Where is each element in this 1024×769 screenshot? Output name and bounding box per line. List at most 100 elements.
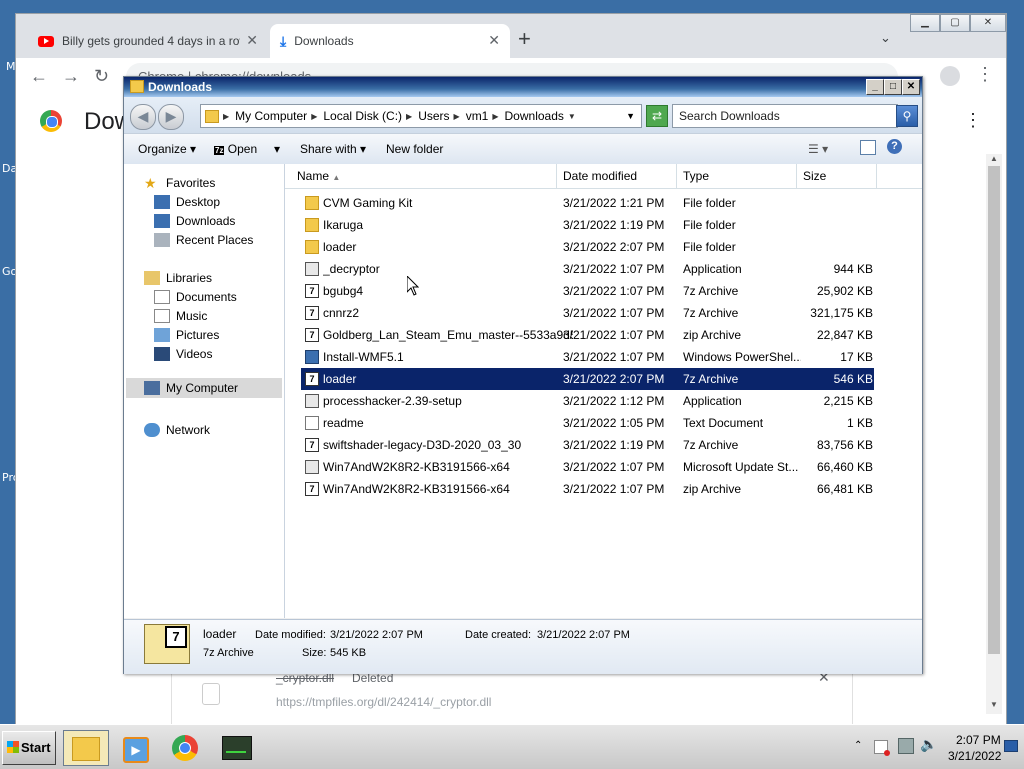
close-button[interactable]: ✕ (902, 79, 920, 95)
taskbar-explorer[interactable] (63, 730, 109, 766)
reload-icon[interactable]: ↻ (94, 66, 109, 87)
open-button[interactable]: 7z Open (214, 142, 257, 156)
file-size: 321,175 KB (810, 306, 873, 320)
clock-date[interactable]: 3/21/2022 (948, 749, 1001, 763)
file-row[interactable]: 7 bgubg4 3/21/2022 1:07 PM 7z Archive 25,902… (301, 280, 874, 302)
profile-avatar-icon[interactable] (940, 66, 960, 86)
minimize-button[interactable]: _ (866, 79, 884, 95)
breadcrumb-item[interactable]: Users (418, 109, 449, 123)
volume-icon[interactable]: 🔈 (920, 736, 937, 753)
share-button[interactable]: Share with ▾ (300, 142, 366, 156)
download-icon: ⤓ (280, 32, 287, 49)
nav-favorites[interactable]: ★ Favorites (144, 176, 215, 190)
show-hidden-icons-icon[interactable]: ⌃ (854, 740, 862, 751)
file-name: loader (323, 240, 357, 254)
back-arrow-icon[interactable]: ◀ (130, 104, 156, 130)
minimize-button[interactable]: ▁ (910, 14, 940, 32)
chrome-menu-icon[interactable]: ⋮ (976, 64, 994, 85)
nav-documents[interactable]: Documents (154, 290, 237, 304)
back-icon[interactable]: ← (30, 66, 48, 87)
open-dropdown-icon[interactable]: ▾ (274, 142, 280, 156)
details-size-label: Size: (302, 647, 327, 659)
network-tray-icon[interactable] (898, 738, 914, 754)
file-row[interactable]: readme 3/21/2022 1:05 PM Text Document 1 KB (301, 412, 874, 434)
close-tab-icon[interactable]: ✕ (246, 32, 258, 49)
address-dropdown-icon[interactable]: ▼ (626, 111, 635, 121)
clock-time[interactable]: 2:07 PM (956, 733, 1001, 747)
breadcrumb-item[interactable]: vm1 (466, 109, 489, 123)
breadcrumb[interactable]: ▶ My Computer ▶ Local Disk (C:) ▶ Users ▶ v… (200, 104, 642, 128)
file-row[interactable]: 7 Goldberg_Lan_Steam_Emu_master--5533a9d5… (301, 324, 874, 346)
file-row[interactable]: 7 swiftshader-legacy-D3D-2020_03_30 3/21/2… (301, 434, 874, 456)
tab-downloads[interactable]: ⤓ Downloads ✕ (270, 24, 510, 58)
close-tab-icon[interactable]: ✕ (488, 32, 500, 49)
file-row[interactable]: 7 Win7AndW2K8R2-KB3191566-x64 3/21/2022 1:… (301, 478, 874, 500)
column-size[interactable]: Size (797, 164, 877, 188)
taskbar-media-player[interactable]: ▶ (113, 730, 159, 766)
file-size: 25,902 KB (816, 284, 873, 298)
search-input[interactable]: Search Downloads (672, 104, 898, 128)
folder-icon (305, 240, 319, 254)
tab-youtube[interactable]: Billy gets grounded 4 days in a row ✕ (28, 24, 268, 58)
file-list: Name ▲ Date modified Type Size CVM Gamin… (285, 164, 922, 618)
start-button[interactable]: Start (2, 731, 56, 765)
organize-button[interactable]: Organize ▾ (138, 142, 196, 156)
close-button[interactable]: ✕ (970, 14, 1006, 32)
start-label: Start (21, 740, 51, 755)
file-row[interactable]: CVM Gaming Kit 3/21/2022 1:21 PM File fold… (301, 192, 874, 214)
nav-pictures[interactable]: Pictures (154, 328, 219, 342)
forward-icon[interactable]: → (62, 66, 80, 87)
nav-downloads[interactable]: Downloads (154, 214, 235, 228)
nav-my-computer[interactable]: My Computer (126, 378, 282, 398)
file-size: 22,847 KB (816, 328, 873, 342)
breadcrumb-item[interactable]: My Computer (235, 109, 307, 123)
taskbar-process-hacker[interactable] (213, 730, 259, 766)
file-date-modified: 3/21/2022 2:07 PM (563, 372, 665, 386)
nav-network[interactable]: Network (144, 423, 210, 437)
chrome-logo-icon (40, 110, 62, 132)
file-row[interactable]: Install-WMF5.1 3/21/2022 1:07 PM Windows P… (301, 346, 874, 368)
action-center-icon[interactable] (874, 740, 890, 756)
file-row[interactable]: Ikaruga 3/21/2022 1:19 PM File folder (301, 214, 874, 236)
file-row[interactable]: 7 loader 3/21/2022 2:07 PM 7z Archive 546 KB (301, 368, 874, 390)
maximize-button[interactable]: □ (884, 79, 902, 95)
downloads-menu-icon[interactable]: ⋮ (964, 110, 982, 131)
tab-search-icon[interactable]: ⌄ (880, 30, 891, 46)
breadcrumb-item[interactable]: Local Disk (C:) (323, 109, 402, 123)
preview-pane-icon[interactable] (860, 140, 876, 155)
file-row[interactable]: Win7AndW2K8R2-KB3191566-x64 3/21/2022 1:0… (301, 456, 874, 478)
breadcrumb-item[interactable]: Downloads (505, 109, 564, 123)
explorer-title-bar[interactable]: Downloads _ □ ✕ (124, 77, 922, 97)
column-date-modified[interactable]: Date modified (557, 164, 677, 188)
view-options-icon[interactable]: ☰ ▾ (808, 142, 828, 156)
nav-music[interactable]: Music (154, 309, 207, 323)
new-tab-button[interactable]: + (518, 26, 531, 52)
libraries-icon (144, 271, 160, 285)
file-size: 2,215 KB (823, 394, 873, 408)
file-date-modified: 3/21/2022 1:07 PM (563, 460, 665, 474)
file-row[interactable]: 7 cnnrz2 3/21/2022 1:07 PM 7z Archive 321,17… (301, 302, 874, 324)
column-type[interactable]: Type (677, 164, 797, 188)
maximize-button[interactable]: ▢ (940, 14, 970, 32)
nav-desktop[interactable]: Desktop (154, 195, 220, 209)
forward-arrow-icon[interactable]: ▶ (158, 104, 184, 130)
folder-icon (130, 80, 144, 93)
nav-videos[interactable]: Videos (154, 347, 212, 361)
file-row[interactable]: _decryptor 3/21/2022 1:07 PM Application 94… (301, 258, 874, 280)
file-date-modified: 3/21/2022 1:07 PM (563, 350, 665, 364)
taskbar-chrome[interactable] (163, 730, 209, 766)
nav-libraries[interactable]: Libraries (144, 271, 212, 285)
chrome-scrollbar[interactable]: ▲ ▼ (986, 154, 1002, 714)
refresh-icon[interactable]: ⇄ (646, 105, 668, 127)
file-name: swiftshader-legacy-D3D-2020_03_30 (323, 438, 522, 452)
file-row[interactable]: loader 3/21/2022 2:07 PM File folder (301, 236, 874, 258)
search-icon[interactable]: ⚲ (896, 105, 918, 127)
download-url[interactable]: https://tmpfiles.org/dl/242414/_cryptor.… (276, 695, 491, 709)
nav-recent-places[interactable]: Recent Places (154, 233, 253, 247)
show-desktop-icon[interactable] (1004, 740, 1018, 752)
new-folder-button[interactable]: New folder (386, 142, 443, 156)
file-type: zip Archive (683, 482, 742, 496)
file-row[interactable]: processhacker-2.39-setup 3/21/2022 1:12 P… (301, 390, 874, 412)
help-icon[interactable]: ? (887, 139, 902, 154)
column-name[interactable]: Name ▲ (291, 164, 557, 188)
